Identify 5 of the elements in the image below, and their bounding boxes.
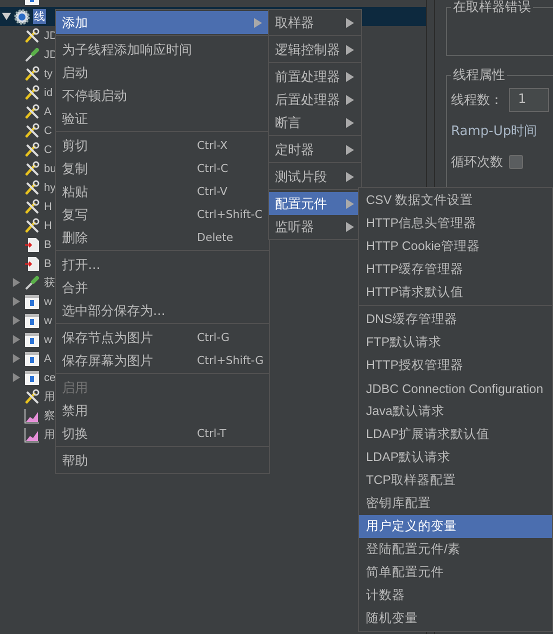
field-label: 循环次数 bbox=[451, 154, 503, 170]
field-label: Ramp-Up时间 bbox=[451, 122, 538, 140]
group-title: 线程属性 bbox=[452, 67, 506, 84]
group-title: 在取样器错误 bbox=[452, 0, 532, 16]
field-label: 线程数： bbox=[451, 92, 503, 108]
